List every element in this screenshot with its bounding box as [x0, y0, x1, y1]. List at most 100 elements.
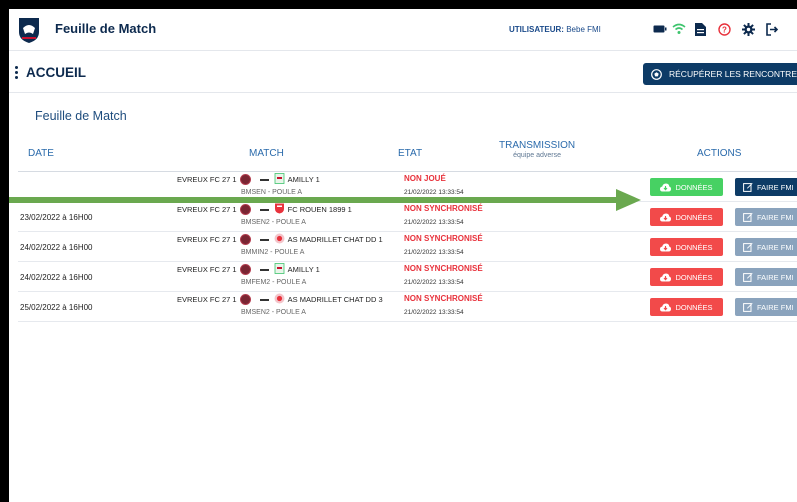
versus-dash: [259, 178, 269, 181]
match-teams: EVREUX FC 27 1 AMILLY 1: [177, 263, 320, 276]
make-fmi-button[interactable]: FAIRE FMI: [735, 178, 797, 196]
gear-icon[interactable]: [740, 21, 756, 37]
edit-icon: [743, 272, 757, 282]
match-group: BMMIN2 - POULE A: [241, 249, 305, 256]
cloud-download-icon: [660, 303, 675, 312]
home-team-logo-icon: [239, 204, 251, 215]
versus-dash: [259, 208, 269, 211]
match-state: NON SYNCHRONISÉ: [404, 234, 483, 243]
versus-dash: [259, 268, 269, 271]
make-fmi-label: FAIRE FMI: [757, 302, 794, 312]
cloud-download-icon: [660, 243, 675, 252]
away-team: AS MADRILLET CHAT DD 1: [287, 235, 383, 244]
fetch-matches-button[interactable]: RÉCUPÉRER LES RENCONTRES: [643, 63, 797, 85]
state-timestamp: 21/02/2022 13:33:54: [404, 219, 464, 226]
away-team-logo-icon: [274, 233, 288, 246]
user-info: UTILISATEUR: Bebe FMI: [509, 25, 601, 34]
away-team-logo-icon: [274, 173, 288, 186]
document-icon[interactable]: [692, 21, 708, 37]
battery-icon: [652, 21, 668, 37]
wifi-icon: [671, 21, 687, 37]
state-timestamp: 21/02/2022 13:33:54: [404, 189, 464, 196]
home-team: EVREUX FC 27 1: [177, 205, 237, 214]
data-button[interactable]: DONNÉES: [650, 208, 723, 226]
fetch-matches-label: RÉCUPÉRER LES RENCONTRES: [669, 69, 797, 79]
user-name: Bebe FMI: [566, 25, 601, 34]
make-fmi-label: FAIRE FMI: [757, 212, 794, 222]
card-title: Feuille de Match: [35, 109, 127, 123]
data-button[interactable]: DONNÉES: [650, 178, 723, 196]
menu-icon[interactable]: [15, 64, 18, 81]
table-row: 24/02/2022 à 16H00 EVREUX FC 27 1 AS MADRI…: [18, 232, 797, 262]
data-button-label: DONNÉES: [675, 212, 713, 222]
header-actions: ACTIONS: [697, 148, 742, 159]
user-label: UTILISATEUR:: [509, 25, 564, 34]
edit-icon: [743, 182, 757, 192]
data-button[interactable]: DONNÉES: [650, 268, 723, 286]
versus-dash: [259, 298, 269, 301]
home-team: EVREUX FC 27 1: [177, 295, 237, 304]
away-team: AMILLY 1: [287, 265, 320, 274]
match-date: 23/02/2022 à 16H00: [20, 213, 93, 222]
away-team: AMILLY 1: [287, 175, 320, 184]
header-transmission: TRANSMISSION équipe adverse: [499, 140, 576, 160]
make-fmi-button[interactable]: FAIRE FMI: [735, 238, 797, 256]
state-timestamp: 21/02/2022 13:33:54: [404, 249, 464, 256]
make-fmi-label: FAIRE FMI: [757, 242, 794, 252]
page-title: ACCUEIL: [15, 64, 86, 81]
cloud-download-icon: [660, 273, 675, 282]
edit-icon: [743, 242, 757, 252]
match-teams: EVREUX FC 27 1 AS MADRILLET CHAT DD 1: [177, 233, 383, 246]
data-button-label: DONNÉES: [675, 272, 713, 282]
away-team-logo-icon: [274, 203, 288, 216]
match-group: BMFEM2 - POULE A: [241, 279, 307, 286]
home-team: EVREUX FC 27 1: [177, 235, 237, 244]
home-team-logo-icon: [239, 174, 251, 185]
away-team-logo-icon: [274, 293, 288, 306]
make-fmi-button[interactable]: FAIRE FMI: [735, 298, 797, 316]
state-timestamp: 21/02/2022 13:33:54: [404, 279, 464, 286]
table-row: 23/02/2022 à 16H00 EVREUX FC 27 1 FC ROUEN…: [18, 202, 797, 232]
match-state: NON SYNCHRONISÉ: [404, 204, 483, 213]
home-team-logo-icon: [239, 294, 251, 305]
data-button[interactable]: DONNÉES: [650, 238, 723, 256]
match-sheet-card: Feuille de Match DATE MATCH ETAT TRANSMI…: [9, 93, 797, 502]
table-row: EVREUX FC 27 1 AMILLY 1 BMSEN - POULE A NON…: [18, 172, 797, 202]
svg-text:?: ?: [722, 25, 727, 34]
make-fmi-button[interactable]: FAIRE FMI: [735, 208, 797, 226]
page-title-text: ACCUEIL: [26, 65, 86, 80]
soccer-ball-icon: [651, 68, 662, 80]
help-icon[interactable]: ?: [716, 21, 732, 37]
match-group: BMSEN2 - POULE A: [241, 219, 306, 226]
home-team-logo-icon: [239, 234, 251, 245]
header-state: ETAT: [398, 148, 423, 159]
home-team: EVREUX FC 27 1: [177, 265, 237, 274]
app-title: Feuille de Match: [55, 21, 157, 36]
header-transmission-label: TRANSMISSION: [499, 140, 576, 151]
data-button-label: DONNÉES: [675, 182, 713, 192]
match-state: NON SYNCHRONISÉ: [404, 264, 483, 273]
edit-icon: [743, 302, 757, 312]
away-team: AS MADRILLET CHAT DD 3: [287, 295, 383, 304]
table-row: 24/02/2022 à 16H00 EVREUX FC 27 1 AMILLY 1…: [18, 262, 797, 292]
match-date: 25/02/2022 à 16H00: [20, 303, 93, 312]
data-button-label: DONNÉES: [675, 242, 713, 252]
match-teams: EVREUX FC 27 1 FC ROUEN 1899 1: [177, 203, 352, 216]
data-button[interactable]: DONNÉES: [650, 298, 723, 316]
match-group: BMSEN - POULE A: [241, 189, 303, 196]
home-team-logo-icon: [239, 264, 251, 275]
cloud-download-icon: [660, 213, 675, 222]
table-row: 25/02/2022 à 16H00 EVREUX FC 27 1 AS MADRI…: [18, 292, 797, 322]
away-team: FC ROUEN 1899 1: [287, 205, 352, 214]
away-team-logo-icon: [274, 263, 288, 276]
cloud-download-icon: [660, 183, 675, 192]
app-window: Feuille de Match UTILISATEUR: Bebe FMI ?…: [9, 9, 797, 502]
match-group: BMSEN2 - POULE A: [241, 309, 306, 316]
versus-dash: [259, 238, 269, 241]
header-match: MATCH: [249, 148, 284, 159]
fff-logo-icon: [19, 18, 39, 43]
match-teams: EVREUX FC 27 1 AS MADRILLET CHAT DD 3: [177, 293, 383, 306]
make-fmi-button[interactable]: FAIRE FMI: [735, 268, 797, 286]
match-date: 24/02/2022 à 16H00: [20, 243, 93, 252]
logout-icon[interactable]: [764, 21, 780, 37]
